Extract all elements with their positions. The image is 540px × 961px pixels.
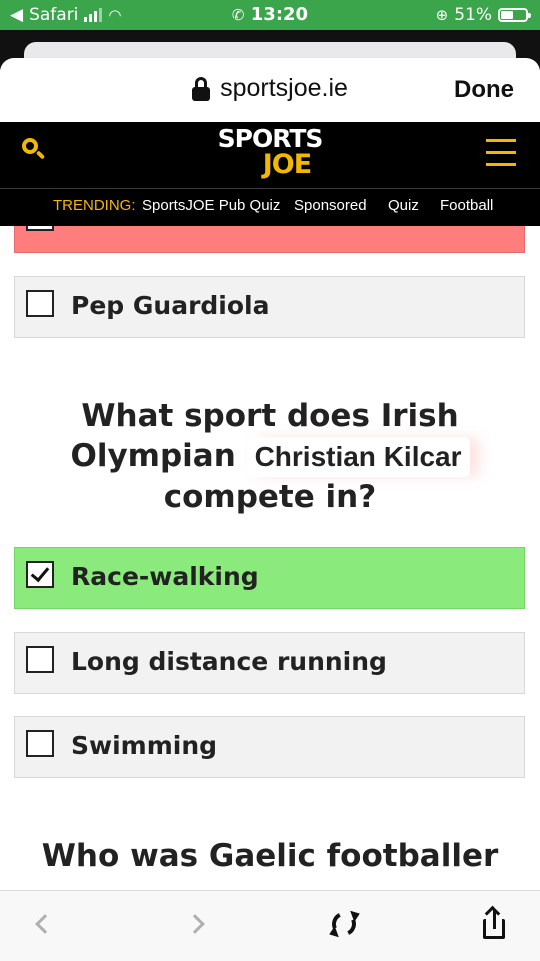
url-text: sportsjoe.ie — [220, 74, 348, 102]
lock-icon — [192, 76, 211, 101]
checkbox[interactable] — [26, 290, 54, 317]
question-prefix: Olympian — [70, 438, 236, 474]
checkbox[interactable] — [26, 226, 54, 231]
quiz-option[interactable]: Pep Guardiola — [14, 276, 525, 338]
status-bar: ◀ Safari ◠ ✆ 13:20 ⊕ 51% — [0, 0, 540, 30]
question-line: What sport does Irish — [81, 398, 459, 434]
trending-label: TRENDING: — [53, 197, 136, 214]
checkbox[interactable] — [26, 646, 54, 673]
done-button[interactable]: Done — [454, 76, 514, 104]
orientation-lock-icon: ⊕ — [435, 6, 449, 24]
quiz-option[interactable]: Swimming — [14, 716, 525, 778]
option-label: Swimming — [71, 731, 218, 760]
hamburger-menu-icon[interactable] — [486, 139, 516, 167]
forward-icon[interactable] — [180, 905, 220, 945]
clock: 13:20 — [250, 4, 309, 25]
site-header: SPORTS JOE — [0, 122, 540, 188]
refresh-icon[interactable] — [325, 905, 365, 945]
next-question-title: Who was Gaelic footballer — [20, 836, 520, 876]
quiz-option-correct[interactable]: Race-walking — [14, 547, 525, 609]
trending-bar: TRENDING: SportsJOE Pub Quiz Sponsored Q… — [0, 188, 540, 226]
trending-item-football[interactable]: Football — [440, 197, 493, 214]
browser-toolbar — [0, 890, 540, 961]
question-line: compete in? — [163, 479, 377, 515]
question-line: Who was Gaelic footballer — [41, 838, 499, 874]
trending-item-sponsored[interactable]: Sponsored — [294, 197, 367, 214]
checkbox-checked[interactable] — [26, 561, 54, 588]
logo-joe: JOE — [262, 149, 312, 180]
battery-icon — [498, 8, 531, 22]
phone-call-icon: ✆ — [231, 6, 245, 24]
option-label: Race-walking — [71, 562, 259, 591]
quiz-option-wrong-partial[interactable] — [14, 226, 525, 253]
trending-item-pub-quiz[interactable]: SportsJOE Pub Quiz — [142, 197, 280, 214]
checkmark-icon — [30, 562, 50, 583]
share-icon[interactable] — [474, 905, 514, 945]
status-right: ⊕ 51% — [435, 5, 531, 25]
back-icon[interactable] — [26, 905, 66, 945]
checkbox[interactable] — [26, 730, 54, 757]
quiz-option[interactable]: Long distance running — [14, 632, 525, 694]
quiz-content: Pep Guardiola What sport does Irish Olym… — [0, 226, 540, 890]
question-title: What sport does Irish Olympian Christian… — [20, 396, 520, 517]
athlete-name: Christian Kilcar — [246, 437, 470, 477]
site-logo[interactable]: SPORTS JOE — [0, 126, 540, 180]
browser-sheet-header: sportsjoe.ie Done — [0, 58, 540, 122]
option-label: Pep Guardiola — [71, 291, 270, 320]
trending-item-quiz[interactable]: Quiz — [388, 197, 419, 214]
battery-percentage: 51% — [454, 5, 492, 25]
question-line: Olympian Christian Kilcar — [20, 436, 520, 477]
option-label: Long distance running — [71, 647, 387, 676]
